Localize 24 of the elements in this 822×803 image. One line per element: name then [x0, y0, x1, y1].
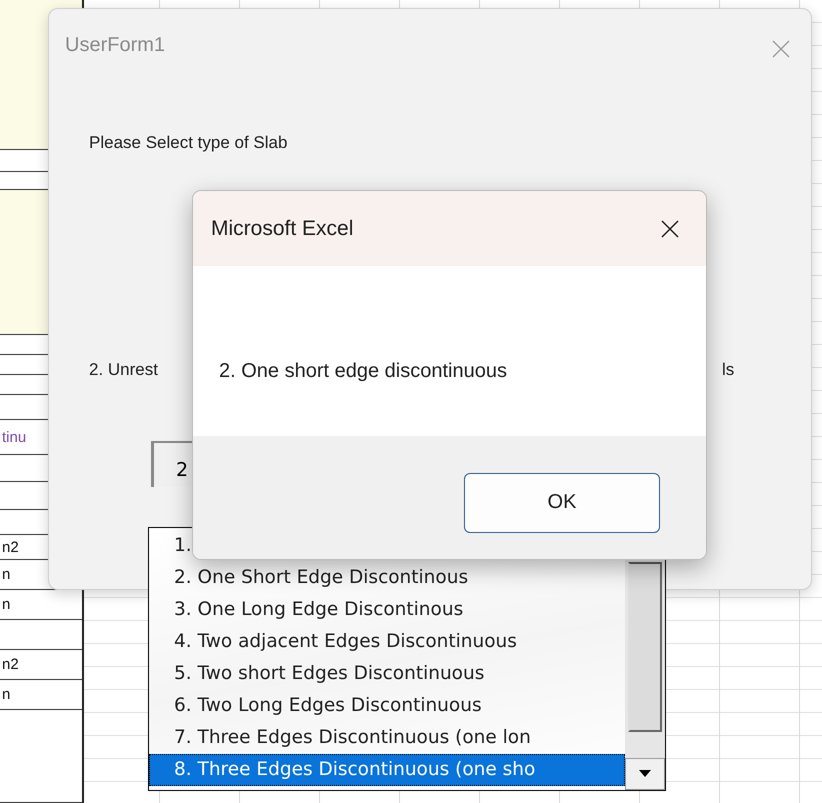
- cell-text: tinu: [1, 428, 26, 446]
- prompt-label: Please Select type of Slab: [89, 133, 288, 153]
- list-item[interactable]: 4. Two adjacent Edges Discontinuous: [149, 626, 625, 658]
- list-item[interactable]: 3. One Long Edge Discontinous: [149, 594, 625, 626]
- cell-text: n: [1, 566, 10, 583]
- option-label: ls: [722, 360, 734, 380]
- list-item[interactable]: 8. Three Edges Discontinuous (one sho: [149, 754, 625, 786]
- window-title: UserForm1: [65, 34, 166, 57]
- cell-text: n: [1, 596, 10, 613]
- list-item[interactable]: 5. Two short Edges Discontinuous: [149, 658, 625, 690]
- message-text: 2. One short edge discontinuous: [219, 360, 507, 382]
- dialog-title: Microsoft Excel: [211, 216, 354, 240]
- list-item[interactable]: 6. Two Long Edges Discontinuous: [149, 690, 625, 722]
- list-item[interactable]: 7. Three Edges Discontinuous (one lon: [149, 722, 625, 754]
- cell-text: n2: [1, 656, 19, 673]
- scrollbar-thumb[interactable]: [628, 562, 662, 732]
- scroll-down-button[interactable]: [625, 758, 665, 790]
- option-label: 2. Unrest: [89, 360, 158, 380]
- cell-text: n: [1, 686, 10, 703]
- cell-text: n2: [1, 538, 19, 556]
- ok-button[interactable]: OK: [464, 472, 660, 532]
- caret-icon: [639, 770, 651, 778]
- close-icon[interactable]: [660, 218, 680, 238]
- list-item[interactable]: 2. One Short Edge Discontinous: [149, 562, 625, 594]
